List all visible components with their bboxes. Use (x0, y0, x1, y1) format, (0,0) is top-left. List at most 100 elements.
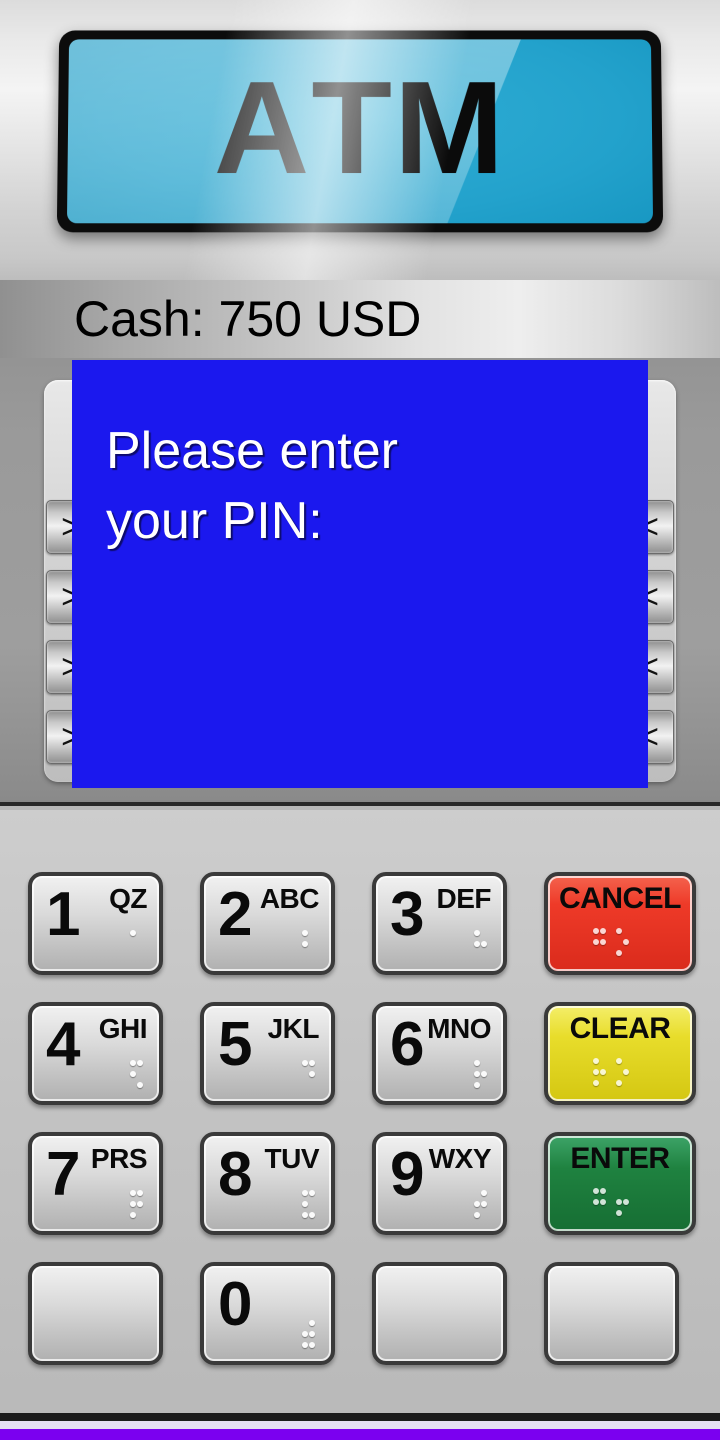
braille-dot (615, 1078, 622, 1089)
key-blank-12[interactable] (28, 1262, 163, 1365)
braille-dot (592, 1056, 599, 1067)
braille-dot (592, 1078, 599, 1089)
key-letters: QZ (109, 883, 147, 914)
braille-dot (599, 1208, 606, 1219)
braille-dot (622, 926, 629, 937)
key-letters: PRS (90, 1143, 148, 1174)
braille-dot (129, 1058, 136, 1069)
key-letters: WXY (428, 1143, 492, 1174)
braille-dot (136, 1210, 143, 1221)
braille-dot (622, 937, 629, 948)
braille-dot (129, 1080, 136, 1091)
key-digit: 4 (46, 1010, 81, 1079)
key-clear-button[interactable]: CLEAR (544, 1002, 696, 1105)
braille-dot (136, 950, 143, 961)
braille-dot (592, 1197, 599, 1208)
key-digit: 3 (390, 880, 425, 949)
braille-dot (473, 950, 480, 961)
braille-dot (129, 1069, 136, 1080)
braille-dot (592, 926, 599, 937)
braille-dot (301, 1210, 308, 1221)
key-digit: 0 (218, 1270, 253, 1339)
key-label: CLEAR (569, 1012, 671, 1045)
braille-icon (301, 1188, 315, 1221)
braille-dot (480, 1080, 487, 1091)
braille-dot (308, 928, 315, 939)
braille-dot (599, 1078, 606, 1089)
key-8-button[interactable]: 8 TUV (200, 1132, 335, 1235)
braille-dot (592, 937, 599, 948)
braille-dot (301, 1058, 308, 1069)
key-2-button[interactable]: 2 ABC (200, 872, 335, 975)
bottom-divider-light (0, 1421, 720, 1429)
keypad-grid: 1 QZ 2 ABC 3 DEF CANCEL 4 GHI 5 JKL 6 MNO CLEAR 7 PRS 8 T… (28, 872, 696, 1392)
braille-dot (615, 1056, 622, 1067)
braille-dot (615, 1208, 622, 1219)
key-5-button[interactable]: 5 JKL (200, 1002, 335, 1105)
braille-dot (615, 926, 622, 937)
screen-prompt-line-1: Please enter (106, 422, 398, 480)
key-4-button[interactable]: 4 GHI (28, 1002, 163, 1105)
key-3-button[interactable]: 3 DEF (372, 872, 507, 975)
braille-dot (308, 939, 315, 950)
key-blank-15[interactable] (544, 1262, 679, 1365)
key-letters: GHI (98, 1013, 148, 1044)
key-0-button[interactable]: 0 (200, 1262, 335, 1365)
braille-dot (622, 1208, 629, 1219)
braille-dot (129, 950, 136, 961)
key-cancel-button[interactable]: CANCEL (544, 872, 696, 975)
key-1-button[interactable]: 1 QZ (28, 872, 163, 975)
braille-dot (308, 950, 315, 961)
atm-screen[interactable]: Please enter your PIN: (72, 360, 648, 788)
braille-dot (473, 1210, 480, 1221)
braille-dot (599, 948, 606, 959)
braille-dot (615, 1186, 622, 1197)
key-letters: MNO (427, 1013, 491, 1044)
atm-logo-face: A TM (66, 39, 654, 224)
braille-dot (136, 1058, 143, 1069)
screen-prompt-line-2: your PIN: (106, 492, 323, 551)
braille-dot (301, 1069, 308, 1080)
key-enter-button[interactable]: ENTER (544, 1132, 696, 1235)
braille-dot (480, 939, 487, 950)
braille-icon (301, 1058, 315, 1091)
braille-dot (480, 1069, 487, 1080)
braille-dot (308, 1210, 315, 1221)
key-digit: 6 (390, 1010, 425, 1079)
key-6-button[interactable]: 6 MNO (372, 1002, 507, 1105)
braille-dot (592, 1208, 599, 1219)
braille-dot (473, 1069, 480, 1080)
key-digit: 1 (46, 880, 81, 949)
braille-icon (301, 1318, 315, 1351)
braille-dot (622, 1078, 629, 1089)
braille-dot (473, 939, 480, 950)
atm-logo-text: A TM (67, 39, 653, 223)
key-blank-14[interactable] (372, 1262, 507, 1365)
braille-dot (599, 937, 606, 948)
key-letters: ABC (259, 883, 320, 914)
braille-icon (592, 926, 648, 959)
atm-logo-plate: A TM (56, 30, 664, 233)
braille-dot (473, 928, 480, 939)
cash-display-band: Cash: 750 USD (0, 280, 720, 358)
logo-panel: A TM (0, 0, 720, 280)
key-digit: 7 (46, 1140, 81, 1209)
braille-icon (473, 1058, 487, 1091)
braille-dot (592, 948, 599, 959)
braille-dot (301, 1188, 308, 1199)
braille-dot (615, 948, 622, 959)
braille-dot (301, 1340, 308, 1351)
braille-dot (599, 926, 606, 937)
braille-dot (129, 1210, 136, 1221)
key-9-button[interactable]: 9 WXY (372, 1132, 507, 1235)
braille-icon (129, 1058, 143, 1091)
key-7-button[interactable]: 7 PRS (28, 1132, 163, 1235)
braille-dot (301, 950, 308, 961)
key-digit: 5 (218, 1010, 253, 1079)
braille-dot (622, 948, 629, 959)
braille-dot (129, 939, 136, 950)
braille-icon (129, 928, 143, 961)
braille-icon (301, 928, 315, 961)
braille-dot (480, 1058, 487, 1069)
braille-dot (136, 1199, 143, 1210)
